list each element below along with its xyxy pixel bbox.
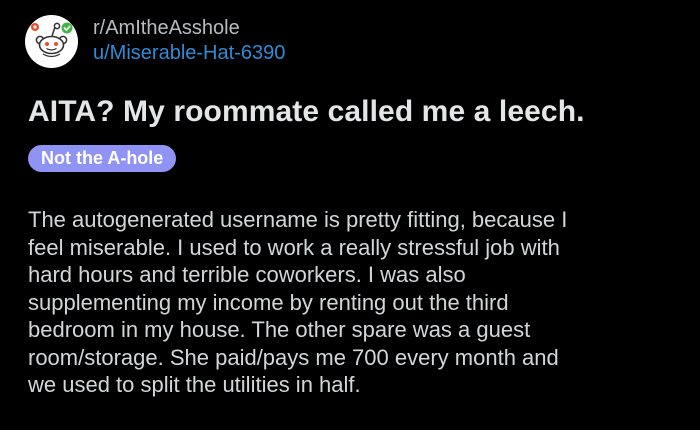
body-line: we used to split the utilities in half. — [28, 372, 361, 397]
body-line: hard hours and terrible coworkers. I was… — [28, 262, 466, 287]
post-title[interactable]: AITA? My roommate called me a leech. — [28, 92, 585, 132]
post-header: r/AmItheAsshole u/Miserable-Hat-6390 — [25, 13, 285, 69]
body-line: The autogenerated username is pretty fit… — [28, 207, 568, 232]
body-line: bedroom in my house. The other spare was… — [28, 317, 531, 342]
post-meta: r/AmItheAsshole u/Miserable-Hat-6390 — [93, 16, 285, 66]
body-line: room/storage. She paid/pays me 700 every… — [28, 344, 559, 370]
subreddit-avatar[interactable] — [25, 14, 78, 68]
subreddit-link[interactable]: r/AmItheAsshole — [93, 16, 285, 41]
post-body: The autogenerated username is pretty fit… — [28, 206, 688, 399]
body-line: supplementing my income by renting out t… — [28, 289, 509, 315]
verified-check-icon — [31, 22, 73, 33]
post-flair[interactable]: Not the A-hole — [28, 145, 177, 172]
body-line: feel miserable. I used to work a really … — [28, 234, 560, 260]
author-link[interactable]: u/Miserable-Hat-6390 — [93, 41, 285, 66]
